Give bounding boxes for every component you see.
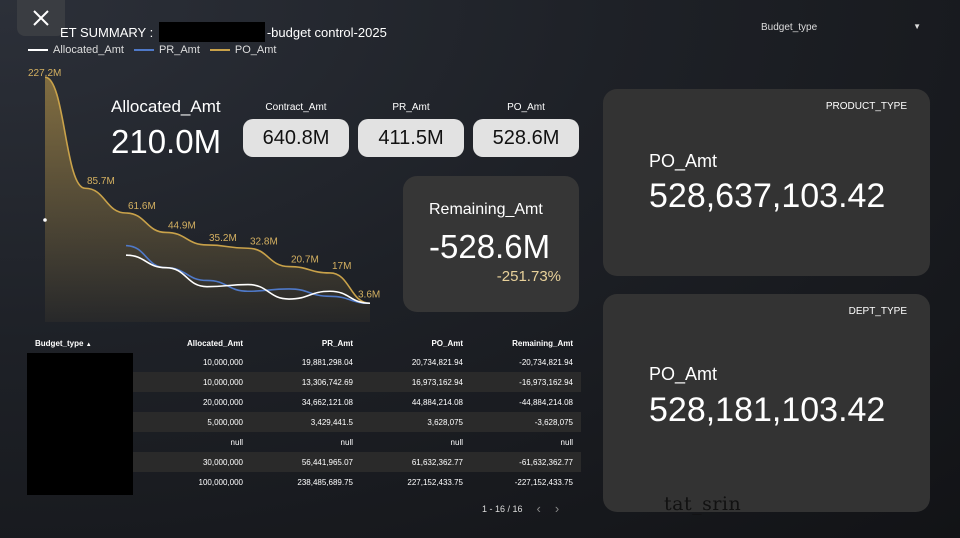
data-label: 44.9M (168, 220, 196, 231)
table-cell: 227,152,433.75 (407, 477, 463, 487)
card-label: PO_Amt (649, 364, 718, 384)
col-header-budget-type[interactable]: Budget_type ▲ (27, 335, 133, 352)
allocated-value: 210.0M (111, 123, 222, 160)
col-header-po[interactable]: PO_Amt (361, 335, 471, 352)
budget-table: Budget_type ▲ Allocated_Amt PR_Amt PO_Am… (27, 335, 581, 495)
data-label: 61.6M (128, 201, 156, 212)
budget-type-filter[interactable]: Budget_type ▼ (761, 22, 921, 33)
redacted-block (27, 353, 133, 495)
table-cell: 5,000,000 (133, 412, 251, 432)
table-cell: 10,000,000 (202, 357, 243, 367)
remaining-value: -528.6M (429, 228, 551, 265)
remaining-card: Remaining_Amt -528.6M -251.73% (403, 176, 579, 312)
table-cell: 44,884,214.08 (411, 397, 463, 407)
data-label: 3.6M (358, 289, 380, 300)
data-label: 227.2M (28, 68, 61, 79)
col-header-pr[interactable]: PR_Amt (251, 335, 361, 352)
signature-watermark: tat_srin (664, 493, 742, 515)
po-amt-label: PO_Amt (507, 102, 545, 113)
data-point (43, 218, 47, 222)
table-cell: -16,973,162.94 (471, 372, 581, 392)
table-cell: -227,152,433.75 (514, 477, 573, 487)
data-label: 85.7M (87, 176, 115, 187)
card-tag: PRODUCT_TYPE (825, 101, 907, 112)
contract-amt-value: 640.8M (243, 119, 349, 157)
table-cell: 3,628,075 (361, 412, 471, 432)
remaining-percent: -251.73% (496, 268, 561, 285)
pagination-text: 1 - 16 / 16 (482, 503, 523, 514)
po-amt-value: 528.6M (473, 119, 579, 157)
table-cell: null (560, 437, 573, 447)
data-label: 20.7M (291, 255, 319, 266)
table-cell: 10,000,000 (133, 372, 251, 392)
product-type-card: PRODUCT_TYPE PO_Amt 528,637,103.42 (603, 89, 930, 276)
table-cell: 30,000,000 (133, 452, 251, 472)
table-cell: 238,485,689.75 (297, 477, 353, 487)
table-cell: 34,662,121.08 (301, 397, 353, 407)
card-tag: DEPT_TYPE (848, 306, 907, 317)
filter-label: Budget_type (761, 22, 818, 33)
card-label: PO_Amt (649, 151, 718, 171)
table-cell: -20,734,821.94 (519, 357, 573, 367)
table-cell: null (340, 437, 353, 447)
table-cell: 16,973,162.94 (361, 372, 471, 392)
data-label: 17M (332, 261, 351, 272)
table-cell: null (450, 437, 463, 447)
remaining-label: Remaining_Amt (429, 201, 543, 218)
col-header-allocated[interactable]: Allocated_Amt (133, 335, 251, 352)
col-header-remaining[interactable]: Remaining_Amt (471, 335, 581, 352)
table-cell: 19,881,298.04 (301, 357, 353, 367)
table-cell: 61,632,362.77 (361, 452, 471, 472)
allocated-label: Allocated_Amt (111, 97, 221, 116)
table-header-row: Budget_type ▲ Allocated_Amt PR_Amt PO_Am… (27, 335, 581, 352)
prev-page-button[interactable]: ‹ (537, 501, 541, 516)
table-cell: 20,734,821.94 (411, 357, 463, 367)
pr-amt-value: 411.5M (358, 119, 464, 157)
table-cell: 100,000,000 (198, 477, 244, 487)
table-cell: 56,441,965.07 (251, 452, 361, 472)
table-cell: 13,306,742.69 (251, 372, 361, 392)
data-label: 32.8M (250, 236, 278, 247)
dept-type-card: DEPT_TYPE PO_Amt 528,181,103.42 (603, 294, 930, 512)
table-cell: 20,000,000 (202, 397, 243, 407)
table-cell: -61,632,362.77 (471, 452, 581, 472)
table-cell: -3,628,075 (471, 412, 581, 432)
pagination: 1 - 16 / 16 ‹ › (482, 501, 559, 516)
contract-amt-label: Contract_Amt (265, 102, 327, 113)
sort-asc-icon: ▲ (85, 342, 92, 348)
table-cell: -44,884,214.08 (519, 397, 573, 407)
data-label: 35.2M (209, 233, 237, 244)
header-label: Budget_type (35, 339, 84, 348)
dropdown-arrow-icon: ▼ (913, 22, 921, 31)
table-cell: null (230, 437, 243, 447)
card-value: 528,637,103.42 (649, 177, 886, 215)
pr-amt-label: PR_Amt (392, 102, 430, 113)
next-page-button[interactable]: › (555, 501, 559, 516)
card-value: 528,181,103.42 (649, 391, 886, 429)
table-cell: 3,429,441.5 (251, 412, 361, 432)
